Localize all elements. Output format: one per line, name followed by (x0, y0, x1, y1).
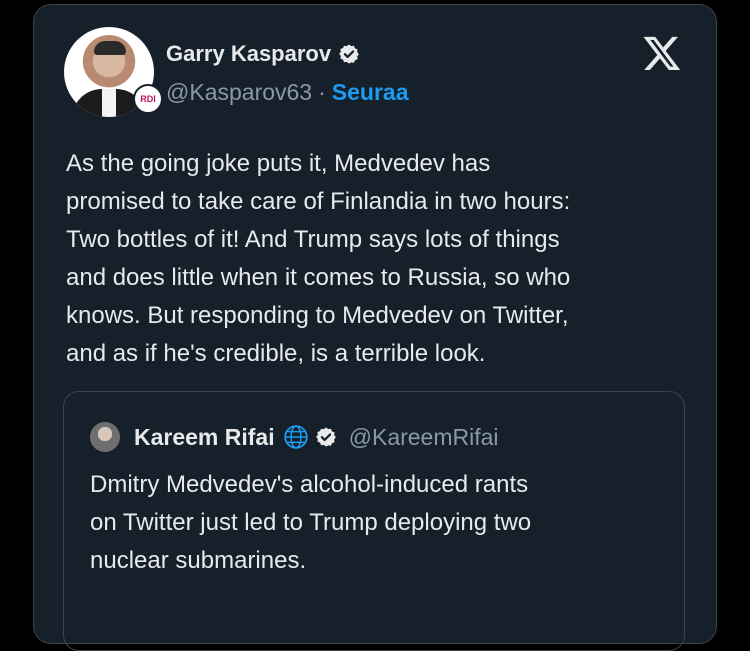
quoted-tweet[interactable]: Kareem Rifai @KareemRifai Dmitry Medvede… (63, 391, 685, 651)
quoted-author-handle[interactable]: @KareemRifai (349, 424, 499, 451)
verified-badge-icon (339, 44, 359, 64)
tweet-card[interactable]: RDI Garry Kasparov @Kasparov63 · Seuraa … (33, 4, 717, 651)
globe-icon (283, 425, 308, 449)
author-handle-row: @Kasparov63 · Seuraa (166, 79, 409, 106)
author-handle[interactable]: @Kasparov63 (166, 79, 312, 106)
tweet-text: As the going joke puts it, Medvedev has … (66, 150, 571, 367)
follow-button[interactable]: Seuraa (332, 79, 409, 106)
quoted-author-name[interactable]: Kareem Rifai (134, 424, 275, 451)
separator-dot: · (318, 79, 326, 105)
verified-badge-icon (315, 427, 336, 447)
quoted-author-avatar[interactable] (90, 422, 120, 452)
quoted-author-row: Kareem Rifai @KareemRifai (134, 422, 499, 452)
x-logo-icon[interactable] (641, 33, 683, 73)
quoted-tweet-text: Dmitry Medvedev's alcohol-induced rants … (90, 471, 532, 574)
affiliation-badge: RDI (133, 84, 163, 114)
author-name[interactable]: Garry Kasparov (166, 41, 331, 67)
author-name-row: Garry Kasparov (166, 41, 360, 67)
